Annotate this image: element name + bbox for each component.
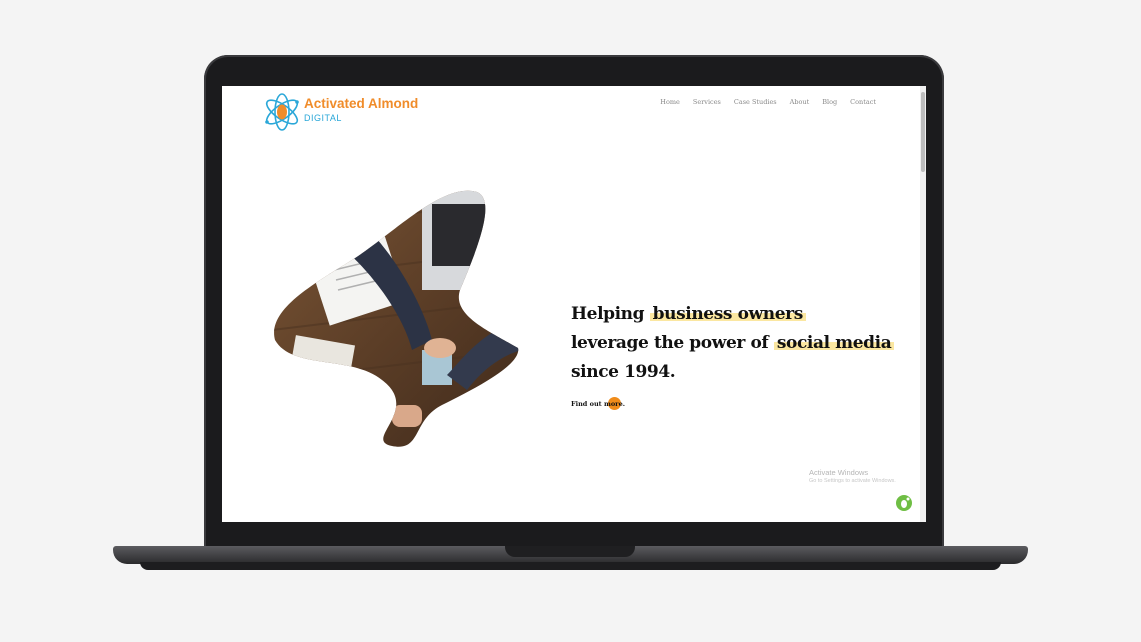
laptop-hinge-notch (505, 546, 635, 557)
headline-line-3: since 1994. (571, 362, 676, 382)
almond-chat-icon (901, 497, 910, 508)
hero-handshake-image (274, 190, 519, 447)
browser-viewport: Activated Almond DIGITAL Home Services C… (222, 86, 926, 522)
page-scrollbar[interactable] (920, 86, 926, 522)
activate-windows-title: Activate Windows (809, 468, 869, 477)
brand-name: Activated Almond (304, 96, 419, 111)
find-out-more-link[interactable]: Find out more. (571, 400, 625, 408)
atom-almond-icon (265, 93, 299, 131)
hero-headline: Helping business owners leverage the pow… (571, 300, 895, 387)
nav-item-blog[interactable]: Blog (822, 98, 837, 106)
headline-highlight-2: social media (773, 333, 895, 353)
main-nav: Home Services Case Studies About Blog Co… (660, 98, 876, 106)
brand-subtitle: DIGITAL (304, 113, 342, 123)
headline-line-2: leverage the power of social media (571, 329, 895, 358)
nav-item-about[interactable]: About (790, 98, 810, 106)
activate-windows-subtitle: Go to Settings to activate Windows. (809, 478, 896, 484)
nav-item-case-studies[interactable]: Case Studies (734, 98, 777, 106)
laptop-base-bottom (140, 562, 1001, 570)
headline-highlight-1: business owners (649, 304, 806, 324)
site-logo[interactable]: Activated Almond DIGITAL (262, 92, 422, 132)
nav-item-contact[interactable]: Contact (850, 98, 876, 106)
chat-badge-icon[interactable] (896, 495, 912, 511)
scrollbar-thumb[interactable] (921, 92, 925, 172)
nav-item-home[interactable]: Home (660, 98, 680, 106)
headline-line-1: Helping business owners (571, 300, 894, 329)
nav-item-services[interactable]: Services (693, 98, 721, 106)
